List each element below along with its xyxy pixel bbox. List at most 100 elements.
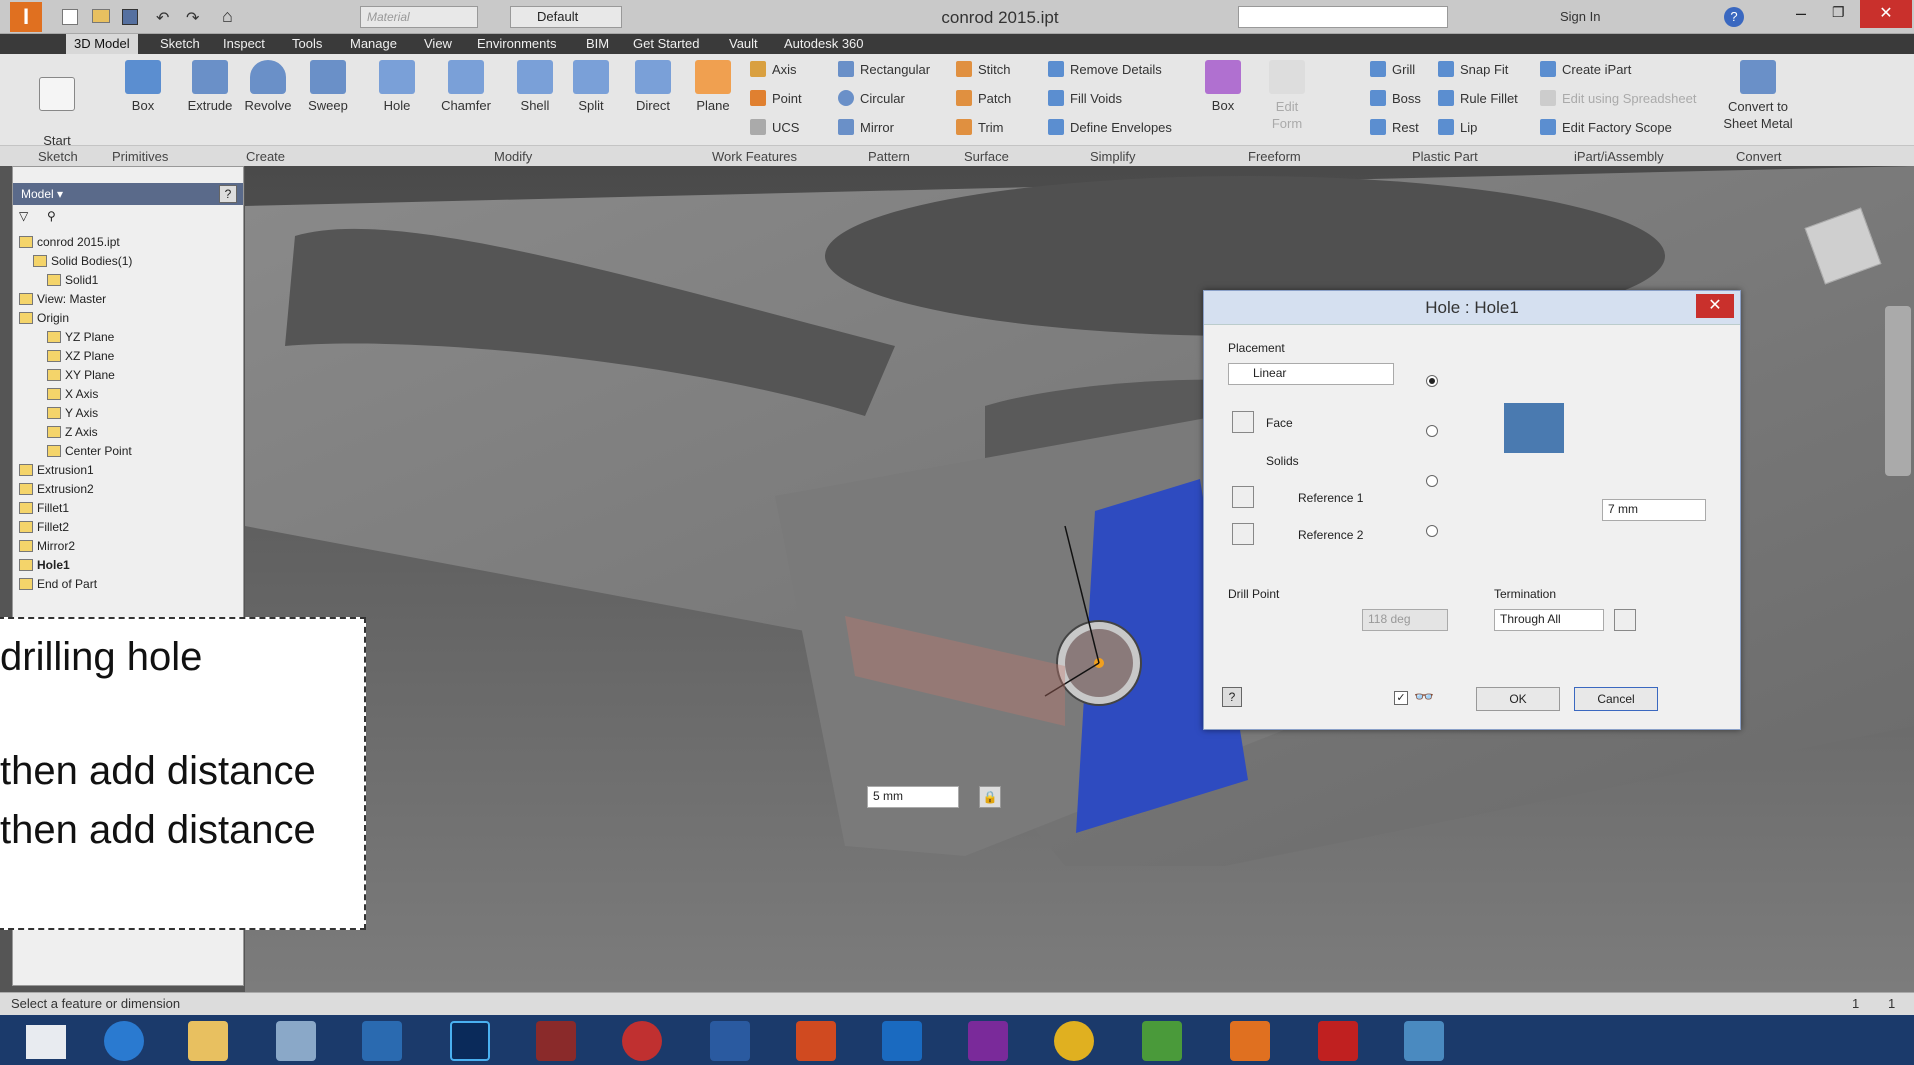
tree-node[interactable]: Fillet1 [19, 501, 69, 515]
snap-fit-button[interactable]: Snap Fit [1438, 61, 1508, 77]
hole-type-simple-radio[interactable] [1426, 375, 1438, 387]
tree-node[interactable]: Y Axis [47, 406, 98, 420]
boss-button[interactable]: Boss [1370, 90, 1421, 106]
acrobat-icon[interactable] [1318, 1021, 1358, 1061]
tree-node[interactable]: End of Part [19, 577, 97, 591]
tab-bim[interactable]: BIM [586, 36, 609, 51]
diameter-input[interactable]: 7 mm [1602, 499, 1706, 521]
tab-tools[interactable]: Tools [292, 36, 322, 51]
search-input[interactable] [1238, 6, 1448, 28]
tree-node[interactable]: Extrusion1 [19, 463, 94, 477]
hole-type-spotface-radio[interactable] [1426, 475, 1438, 487]
inventor-icon[interactable] [1230, 1021, 1270, 1061]
tab-manage[interactable]: Manage [350, 36, 397, 51]
placement-dropdown[interactable]: Linear [1228, 363, 1394, 385]
powerpoint-icon[interactable] [796, 1021, 836, 1061]
group-surface[interactable]: Surface [964, 149, 1009, 164]
browser-help-icon[interactable]: ? [219, 185, 237, 203]
patch-button[interactable]: Patch [956, 90, 1011, 106]
edit-factory-scope-button[interactable]: Edit Factory Scope [1540, 119, 1672, 135]
edit-form-button[interactable]: Edit Form [1262, 60, 1312, 132]
edit-spreadsheet-button[interactable]: Edit using Spreadsheet [1540, 90, 1696, 106]
tree-node[interactable]: Extrusion2 [19, 482, 94, 496]
remove-details-button[interactable]: Remove Details [1048, 61, 1162, 77]
open-icon[interactable] [92, 9, 110, 23]
undo-icon[interactable]: ↶ [156, 8, 169, 28]
group-create[interactable]: Create [246, 149, 285, 164]
restore-button[interactable]: ❐ [1832, 4, 1845, 21]
group-modify[interactable]: Modify [494, 149, 532, 164]
start-button[interactable] [26, 1025, 66, 1059]
ie-icon[interactable] [104, 1021, 144, 1061]
preview-checkbox[interactable]: ✓ [1394, 691, 1408, 705]
reference1-button[interactable] [1232, 486, 1254, 508]
browser-header[interactable]: Model ▾ [13, 183, 243, 205]
tree-node[interactable]: Mirror2 [19, 539, 75, 553]
flip-termination-button[interactable] [1614, 609, 1636, 631]
tree-node[interactable]: Solid Bodies(1) [33, 254, 132, 268]
tree-node[interactable]: Z Axis [47, 425, 98, 439]
sketchbook-icon[interactable] [1142, 1021, 1182, 1061]
tab-environments[interactable]: Environments [477, 36, 556, 51]
tree-node[interactable]: X Axis [47, 387, 98, 401]
language-icon[interactable] [622, 1021, 662, 1061]
stitch-button[interactable]: Stitch [956, 61, 1011, 77]
tree-node[interactable]: View: Master [19, 292, 106, 306]
cancel-button[interactable]: Cancel [1574, 687, 1658, 711]
lip-button[interactable]: Lip [1438, 119, 1477, 135]
explorer-icon[interactable] [188, 1021, 228, 1061]
app-logo[interactable]: I [10, 2, 42, 32]
grill-button[interactable]: Grill [1370, 61, 1415, 77]
tree-node[interactable]: conrod 2015.ipt [19, 235, 120, 249]
tree-node[interactable]: Fillet2 [19, 520, 69, 534]
tab-vault[interactable]: Vault [729, 36, 758, 51]
tab-sketch[interactable]: Sketch [160, 36, 200, 51]
fill-voids-button[interactable]: Fill Voids [1048, 90, 1122, 106]
close-window-button[interactable]: ✕ [1860, 0, 1912, 28]
direct-button[interactable]: Direct [628, 60, 678, 113]
minimize-button[interactable]: – [1796, 3, 1806, 24]
termination-dropdown[interactable]: Through All [1494, 609, 1604, 631]
save-icon[interactable] [122, 9, 138, 25]
tree-node[interactable]: YZ Plane [47, 330, 114, 344]
monitor-icon[interactable] [362, 1021, 402, 1061]
hole-type-countersink-radio[interactable] [1426, 525, 1438, 537]
redo-icon[interactable]: ↷ [186, 8, 199, 28]
trim-button[interactable]: Trim [956, 119, 1004, 135]
home-icon[interactable]: ⌂ [222, 6, 233, 27]
distance-input[interactable]: 5 mm [867, 786, 959, 808]
tree-node[interactable]: Hole1 [19, 558, 70, 572]
dictionary-icon[interactable] [536, 1021, 576, 1061]
rule-fillet-button[interactable]: Rule Fillet [1438, 90, 1518, 106]
onenote-icon[interactable] [968, 1021, 1008, 1061]
tab-autodesk-360[interactable]: Autodesk 360 [784, 36, 864, 51]
photoshop-icon[interactable] [450, 1021, 490, 1061]
reference2-button[interactable] [1232, 523, 1254, 545]
hole-type-counterbore-radio[interactable] [1426, 425, 1438, 437]
plane-button[interactable]: Plane [688, 60, 738, 113]
hole-button[interactable]: Hole [372, 60, 422, 113]
rectangular-pattern-button[interactable]: Rectangular [838, 61, 930, 77]
drill-angle-input[interactable]: 118 deg [1362, 609, 1448, 631]
chamfer-button[interactable]: Chamfer [436, 60, 496, 113]
circular-pattern-button[interactable]: Circular [838, 90, 905, 106]
revolve-button[interactable]: Revolve [240, 60, 296, 113]
appearance-select[interactable]: Default [510, 6, 622, 28]
tab-get-started[interactable]: Get Started [633, 36, 699, 51]
tree-node[interactable]: XZ Plane [47, 349, 114, 363]
new-icon[interactable] [62, 9, 78, 25]
outlook-icon[interactable] [882, 1021, 922, 1061]
point-button[interactable]: Point [750, 90, 802, 106]
split-button[interactable]: Split [566, 60, 616, 113]
sweep-button[interactable]: Sweep [302, 60, 354, 113]
calculator-icon[interactable] [276, 1021, 316, 1061]
box-button[interactable]: Box [118, 60, 168, 113]
help-icon[interactable]: ? [1724, 7, 1744, 27]
ok-button[interactable]: OK [1476, 687, 1560, 711]
photos-icon[interactable] [1404, 1021, 1444, 1061]
filter-icon[interactable]: ▽ [19, 209, 28, 223]
freeform-box-button[interactable]: Box [1198, 60, 1248, 113]
extrude-button[interactable]: Extrude [184, 60, 236, 113]
tab-3d-model[interactable]: 3D Model [66, 34, 138, 54]
tree-node[interactable]: XY Plane [47, 368, 115, 382]
